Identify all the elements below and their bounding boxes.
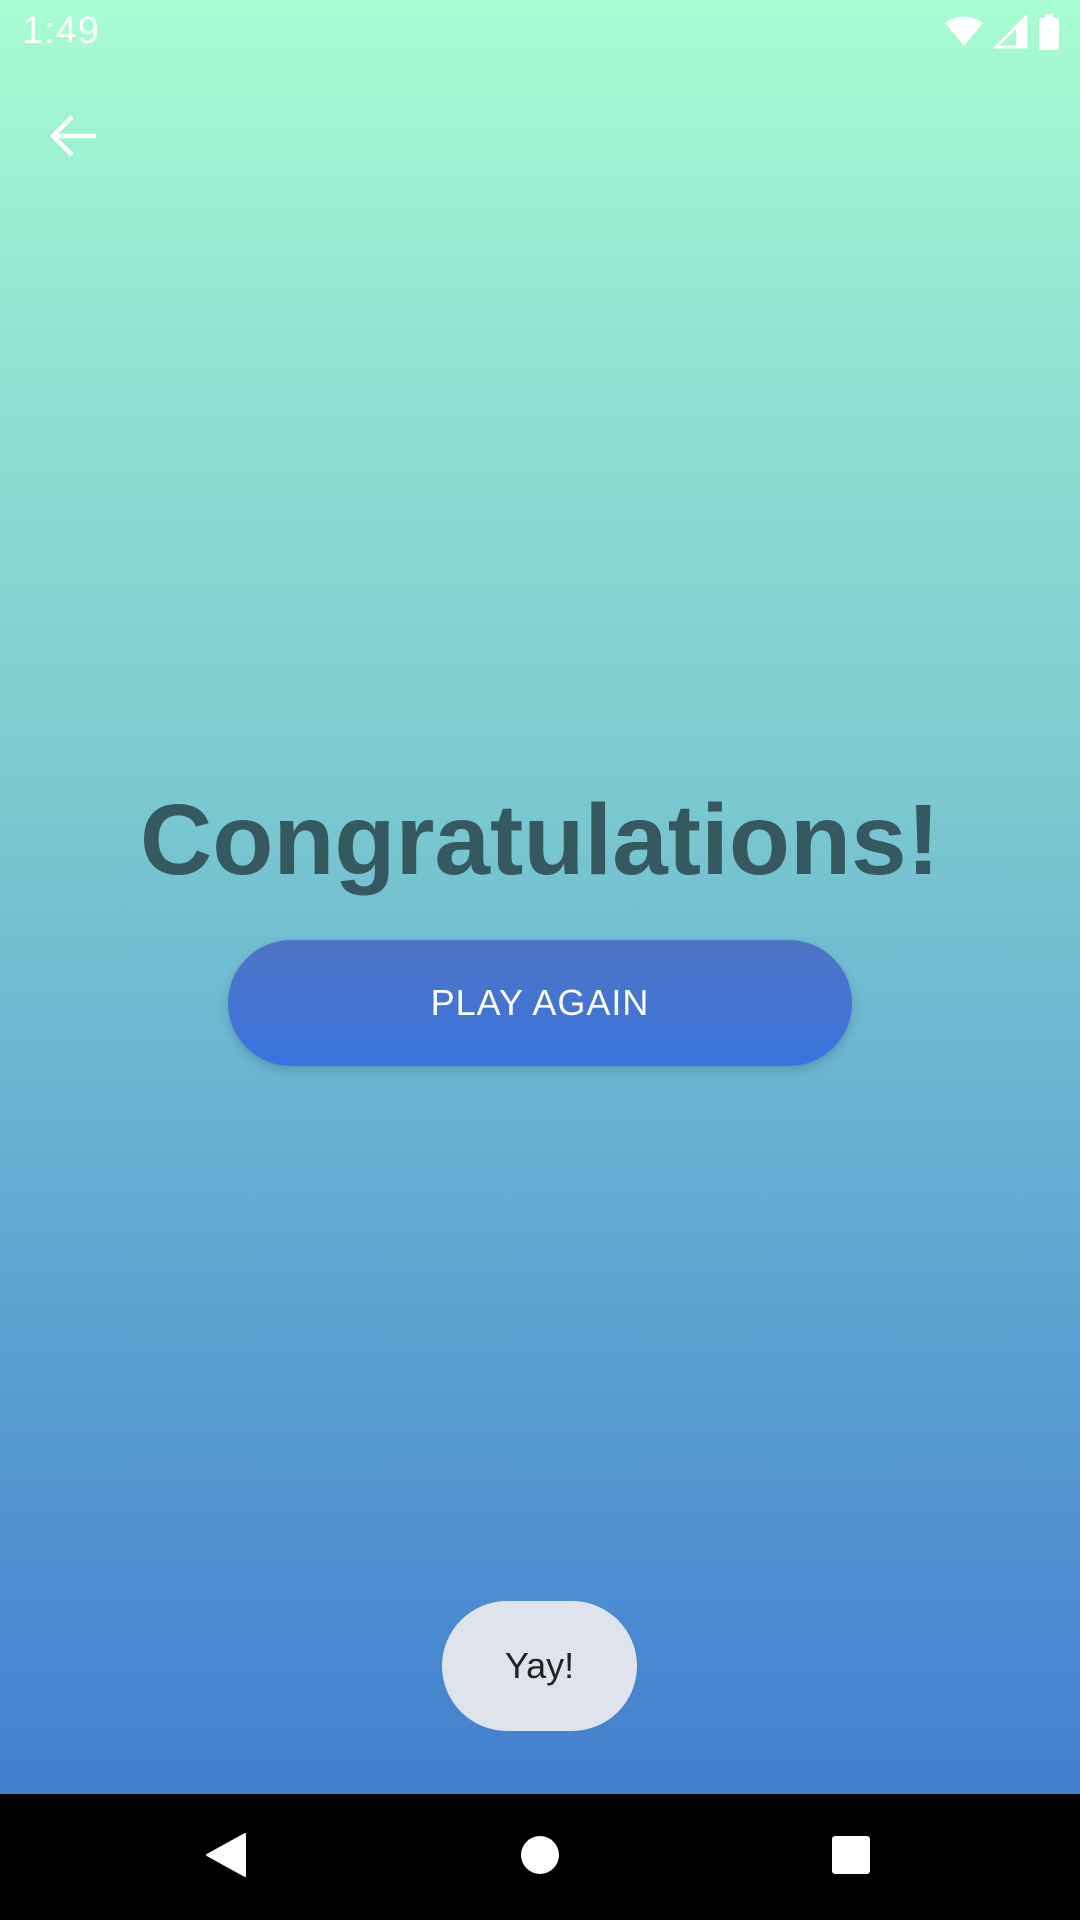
play-again-label: PLAY AGAIN	[430, 982, 650, 1023]
signal-icon	[994, 15, 1028, 49]
wifi-icon	[944, 16, 984, 48]
battery-icon	[1038, 14, 1060, 50]
home-circle-icon	[520, 1835, 560, 1880]
nav-back-button[interactable]	[146, 1794, 306, 1920]
play-again-button[interactable]: PLAY AGAIN	[228, 940, 852, 1066]
nav-recents-button[interactable]	[771, 1794, 931, 1920]
screen: 1:49 Congratulations! PLAY AGAIN Yay!	[0, 0, 1080, 1920]
navigation-bar	[0, 1794, 1080, 1920]
toast-text: Yay!	[504, 1645, 575, 1686]
status-time: 1:49	[22, 10, 100, 52]
arrow-left-icon	[49, 114, 98, 163]
recents-square-icon	[831, 1835, 871, 1880]
toast-message: Yay!	[442, 1601, 637, 1731]
status-bar: 1:49	[0, 0, 1080, 63]
back-triangle-icon	[205, 1832, 247, 1883]
nav-home-button[interactable]	[460, 1794, 620, 1920]
back-button[interactable]	[32, 96, 116, 180]
status-icons	[944, 12, 1060, 52]
page-title: Congratulations!	[140, 784, 940, 896]
